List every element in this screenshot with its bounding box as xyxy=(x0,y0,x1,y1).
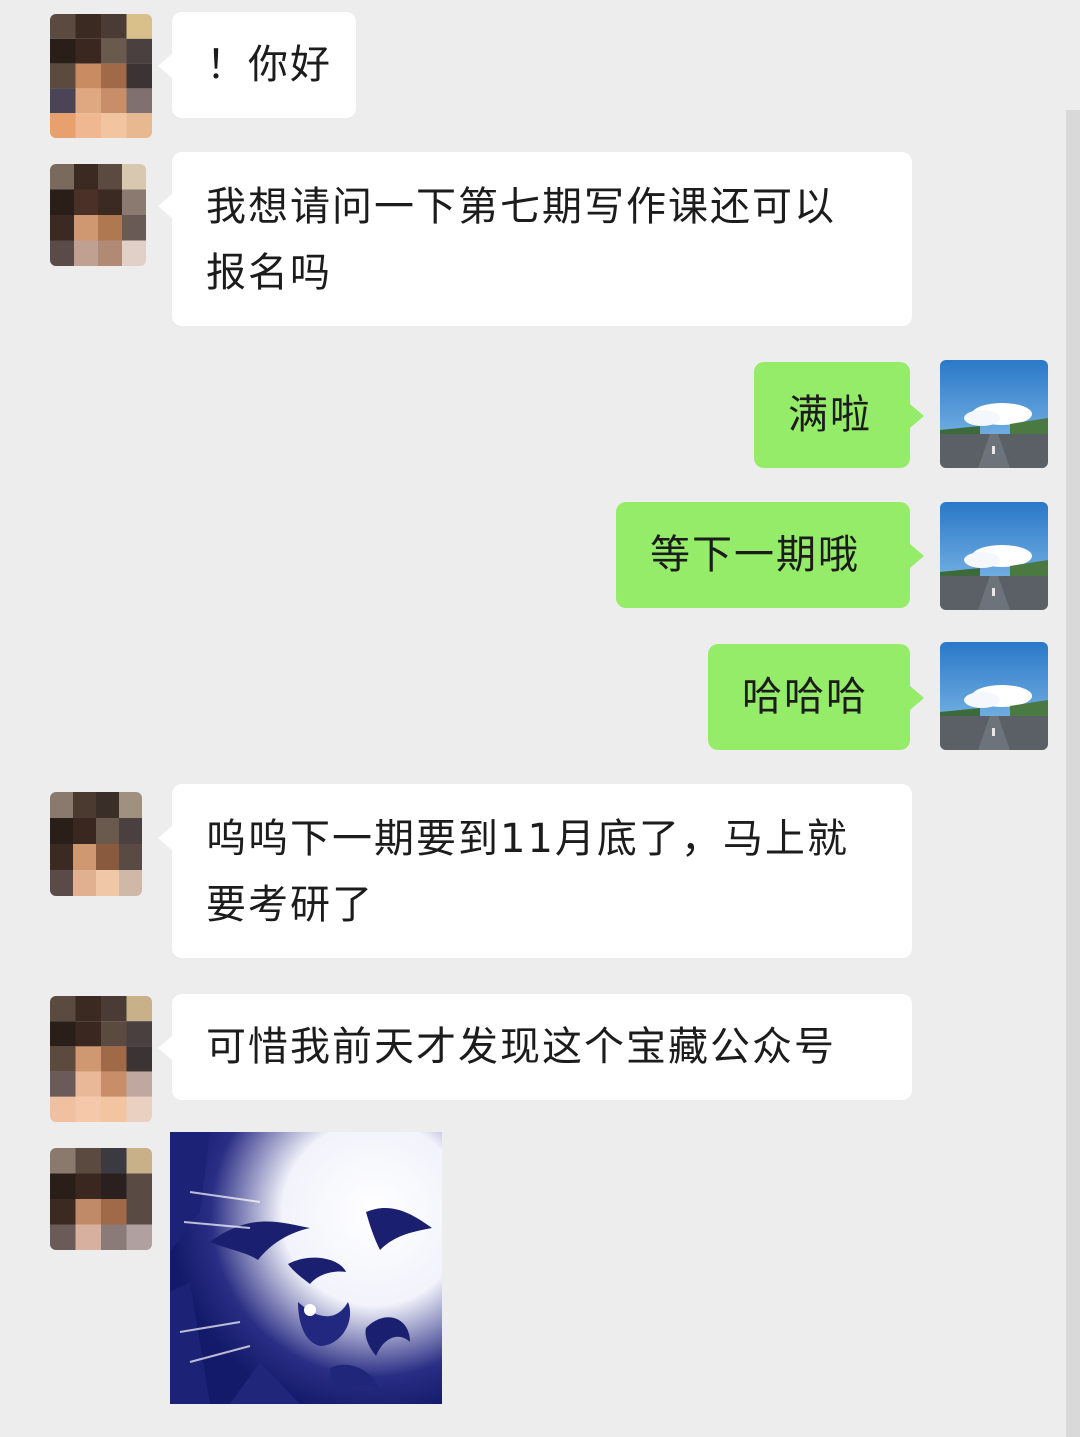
message-bubble-outgoing[interactable]: 哈哈哈 xyxy=(708,644,924,750)
pixelated-contact-avatar-icon xyxy=(50,792,142,896)
contact-avatar[interactable] xyxy=(50,996,152,1122)
message-bubble-incoming[interactable]: 可惜我前天才发现这个宝藏公众号 xyxy=(158,994,912,1100)
self-avatar[interactable] xyxy=(940,360,1048,468)
contact-avatar[interactable] xyxy=(50,14,152,138)
contact-avatar[interactable] xyxy=(50,164,146,266)
pixelated-contact-avatar-icon xyxy=(50,14,152,138)
chat-message-list[interactable]: ！你好 我想请问一下第七期写作课还可以 报名吗 满啦 等下一期哦 哈哈哈 呜呜下… xyxy=(0,0,1080,1437)
sky-road-avatar-icon xyxy=(940,642,1048,750)
message-text-line: 要考研了 xyxy=(206,882,374,928)
contact-avatar[interactable] xyxy=(50,1148,152,1250)
message-text: 满啦 xyxy=(788,392,872,438)
sky-road-avatar-icon xyxy=(940,502,1048,610)
message-bubble-incoming[interactable]: ！你好 xyxy=(158,12,356,118)
message-text-line: 我想请问一下第七期写作课还可以 xyxy=(206,184,836,230)
message-text: ！你好 xyxy=(206,42,332,88)
pixelated-contact-avatar-icon xyxy=(50,1148,152,1250)
message-text: 哈哈哈 xyxy=(742,674,868,720)
self-avatar[interactable] xyxy=(940,642,1048,750)
meme-face-sticker-icon xyxy=(170,1132,442,1404)
message-text: 可惜我前天才发现这个宝藏公众号 xyxy=(206,1024,836,1070)
contact-avatar[interactable] xyxy=(50,792,142,896)
message-text-line: 呜呜下一期要到11月底了，马上就 xyxy=(206,816,849,862)
pixelated-contact-avatar-icon xyxy=(50,996,152,1122)
message-bubble-outgoing[interactable]: 满啦 xyxy=(754,362,924,468)
message-bubble-outgoing[interactable]: 等下一期哦 xyxy=(616,502,924,608)
scrollbar-track[interactable] xyxy=(1066,110,1080,1437)
message-text: 等下一期哦 xyxy=(650,532,860,578)
message-bubble-incoming[interactable]: 我想请问一下第七期写作课还可以 报名吗 xyxy=(158,152,912,326)
message-text-line: 报名吗 xyxy=(206,250,332,296)
pixelated-contact-avatar-icon xyxy=(50,164,146,266)
sticker-message[interactable] xyxy=(170,1132,442,1404)
message-bubble-incoming[interactable]: 呜呜下一期要到11月底了，马上就 要考研了 xyxy=(158,784,912,958)
self-avatar[interactable] xyxy=(940,502,1048,610)
sky-road-avatar-icon xyxy=(940,360,1048,468)
